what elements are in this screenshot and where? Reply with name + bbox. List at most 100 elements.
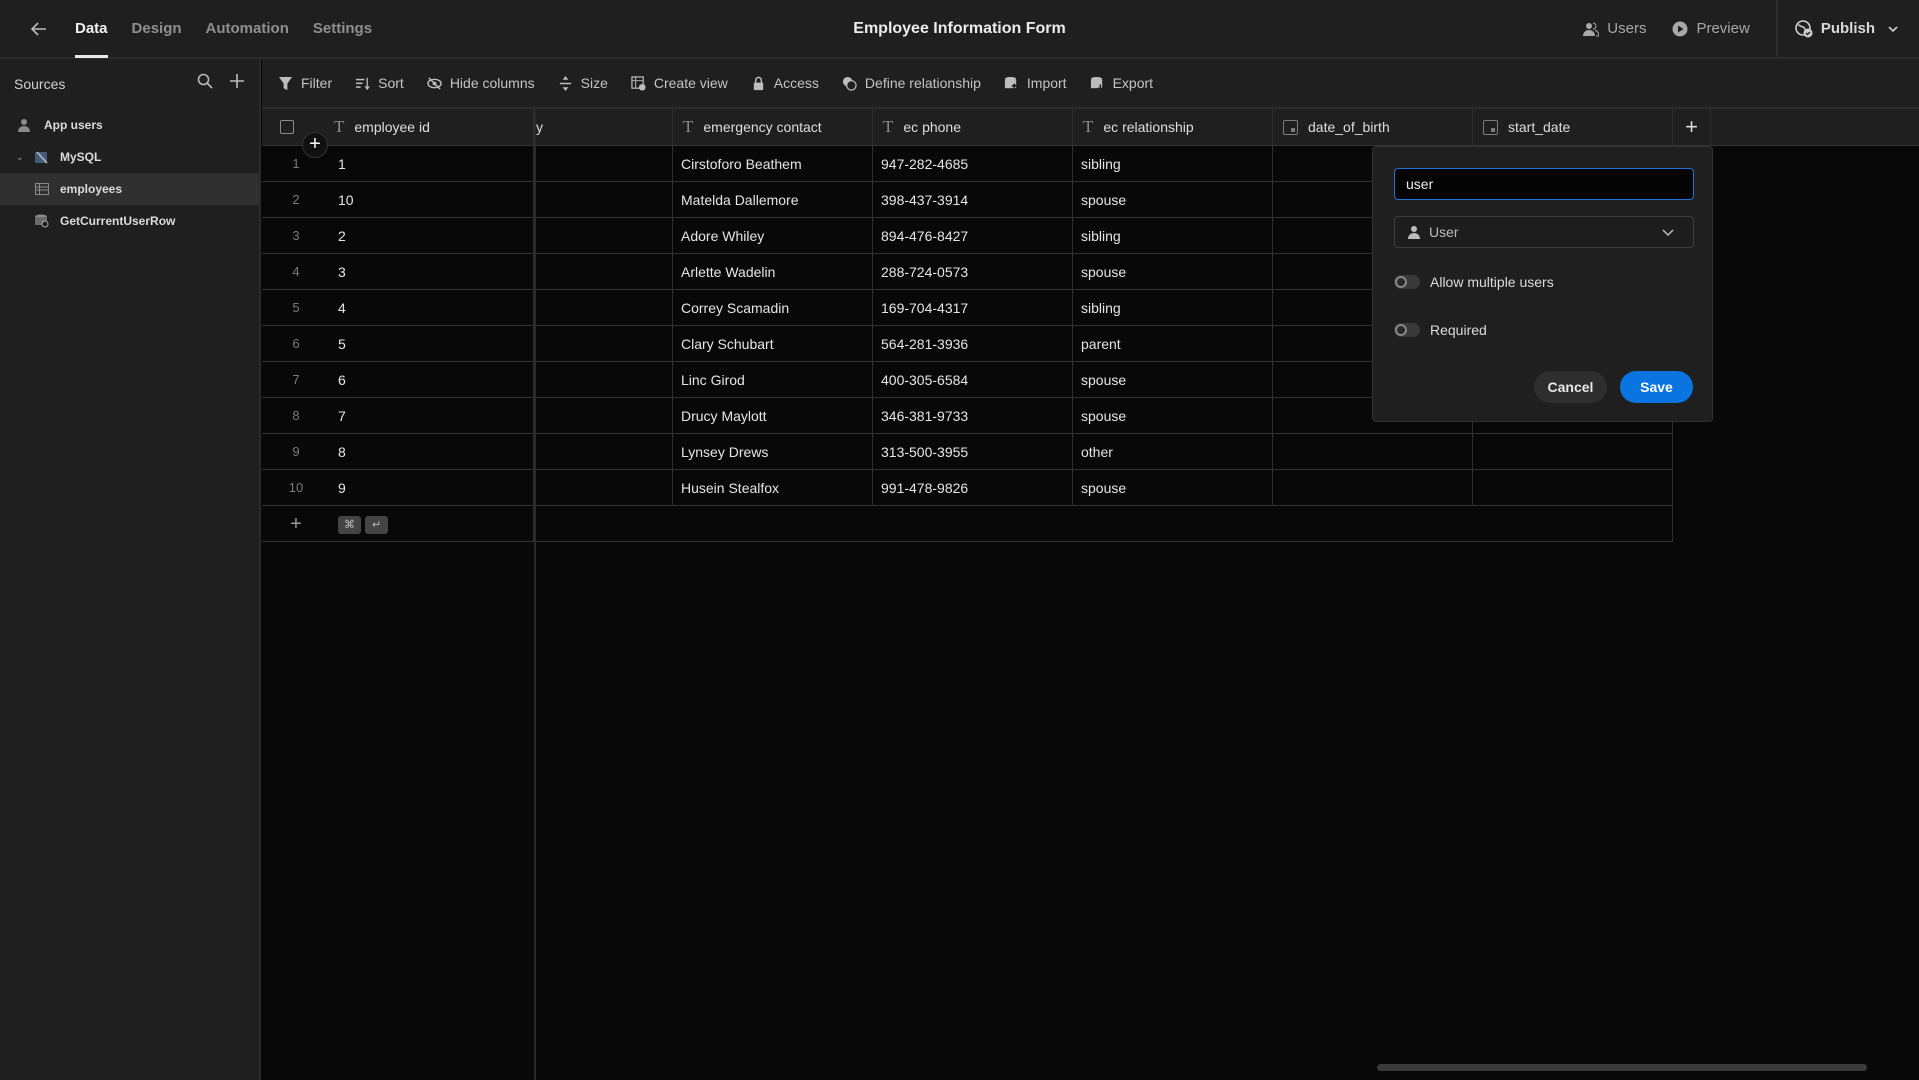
allow-multiple-users-toggle[interactable] (1394, 275, 1420, 289)
cell-ec-phone[interactable]: 894-476-8427 (873, 218, 1073, 254)
cell-partial[interactable] (534, 362, 673, 398)
cell-employee-id[interactable]: 4 (330, 290, 534, 326)
cell-employee-id[interactable]: 6 (330, 362, 534, 398)
cell-employee-id[interactable]: 2 (330, 218, 534, 254)
cell-employee-id[interactable]: 3 (330, 254, 534, 290)
create-view-button[interactable]: Create view (631, 75, 728, 91)
add-row-float-button[interactable]: + (302, 132, 328, 158)
tab-settings[interactable]: Settings (301, 0, 384, 57)
cell-ec-phone[interactable]: 288-724-0573 (873, 254, 1073, 290)
publish-button[interactable]: Publish (1775, 0, 1919, 57)
back-arrow-icon[interactable] (28, 18, 50, 40)
filter-button[interactable]: Filter (278, 75, 332, 91)
sort-button[interactable]: Sort (355, 75, 404, 91)
cell-emergency-contact[interactable]: Lynsey Drews (673, 434, 873, 470)
cell-emergency-contact[interactable]: Husein Stealfox (673, 470, 873, 506)
search-icon[interactable] (197, 73, 213, 89)
cell-partial[interactable] (534, 218, 673, 254)
size-button[interactable]: Size (558, 75, 608, 91)
cell-ec-phone[interactable]: 564-281-3936 (873, 326, 1073, 362)
cell-ec-relationship[interactable]: spouse (1073, 398, 1273, 434)
cell-ec-relationship[interactable]: spouse (1073, 470, 1273, 506)
cell-date-of-birth[interactable] (1273, 470, 1473, 506)
cell-emergency-contact[interactable]: Drucy Maylott (673, 398, 873, 434)
cell-ec-relationship[interactable]: sibling (1073, 218, 1273, 254)
row-number[interactable]: 3 (262, 218, 330, 254)
row-number[interactable]: 4 (262, 254, 330, 290)
cell-emergency-contact[interactable]: Clary Schubart (673, 326, 873, 362)
cell-emergency-contact[interactable]: Correy Scamadin (673, 290, 873, 326)
cell-employee-id[interactable]: 7 (330, 398, 534, 434)
tab-automation[interactable]: Automation (194, 0, 301, 57)
cell-ec-phone[interactable]: 947-282-4685 (873, 146, 1073, 182)
tab-design[interactable]: Design (120, 0, 194, 57)
define-relationship-button[interactable]: Define relationship (842, 75, 981, 91)
add-row-button[interactable]: + (262, 506, 330, 542)
cell-ec-relationship[interactable]: spouse (1073, 362, 1273, 398)
cell-ec-relationship[interactable]: spouse (1073, 182, 1273, 218)
preview-button[interactable]: Preview (1672, 20, 1750, 37)
header-ec-phone[interactable]: T ec phone (873, 109, 1073, 146)
row-number[interactable]: 7 (262, 362, 330, 398)
cell-emergency-contact[interactable]: Matelda Dallemore (673, 182, 873, 218)
cell-partial[interactable] (534, 470, 673, 506)
cell-ec-phone[interactable]: 346-381-9733 (873, 398, 1073, 434)
cell-emergency-contact[interactable]: Adore Whiley (673, 218, 873, 254)
cell-partial[interactable] (534, 146, 673, 182)
cell-partial[interactable] (534, 398, 673, 434)
frozen-column-divider[interactable] (534, 109, 536, 1080)
cell-partial[interactable] (534, 290, 673, 326)
cell-partial[interactable] (534, 254, 673, 290)
column-name-input[interactable]: user (1394, 168, 1694, 200)
row-number[interactable]: 8 (262, 398, 330, 434)
cell-ec-phone[interactable]: 313-500-3955 (873, 434, 1073, 470)
row-number[interactable]: 6 (262, 326, 330, 362)
cell-partial[interactable] (534, 182, 673, 218)
access-button[interactable]: Access (751, 75, 819, 91)
export-button[interactable]: Export (1090, 75, 1153, 91)
chevron-down-icon[interactable]: ⌄ (16, 152, 24, 163)
header-emergency-contact[interactable]: T emergency contact (673, 109, 873, 146)
cell-ec-relationship[interactable]: spouse (1073, 254, 1273, 290)
header-start-date[interactable]: start_date (1473, 109, 1673, 146)
tab-data[interactable]: Data (75, 0, 120, 58)
cell-emergency-contact[interactable]: Cirstoforo Beathem (673, 146, 873, 182)
save-button[interactable]: Save (1620, 371, 1693, 403)
row-number[interactable]: 2 (262, 182, 330, 218)
column-type-select[interactable]: User (1394, 216, 1694, 248)
cell-emergency-contact[interactable]: Linc Girod (673, 362, 873, 398)
cell-employee-id[interactable]: 1 (330, 146, 534, 182)
row-number[interactable]: 10 (262, 470, 330, 506)
hide-columns-button[interactable]: Hide columns (427, 75, 535, 91)
sidebar-item-employees[interactable]: employees (0, 173, 259, 205)
header-partial-column[interactable]: y (534, 109, 673, 146)
header-date-of-birth[interactable]: date_of_birth (1273, 109, 1473, 146)
required-toggle[interactable] (1394, 323, 1420, 337)
cell-employee-id[interactable]: 9 (330, 470, 534, 506)
import-button[interactable]: Import (1004, 75, 1067, 91)
cell-ec-phone[interactable]: 991-478-9826 (873, 470, 1073, 506)
cell-ec-relationship[interactable]: other (1073, 434, 1273, 470)
cell-start-date[interactable] (1473, 434, 1673, 470)
row-number[interactable]: 9 (262, 434, 330, 470)
sidebar-item-getcurrentuserrow[interactable]: GetCurrentUserRow (0, 205, 259, 237)
cell-partial[interactable] (534, 326, 673, 362)
cell-ec-relationship[interactable]: sibling (1073, 146, 1273, 182)
cell-employee-id[interactable]: 10 (330, 182, 534, 218)
row-number[interactable]: 5 (262, 290, 330, 326)
cell-partial[interactable] (534, 434, 673, 470)
select-all-checkbox[interactable] (280, 120, 294, 134)
users-button[interactable]: Users (1583, 20, 1646, 37)
horizontal-scrollbar[interactable] (1377, 1064, 1867, 1071)
sidebar-item-app-users[interactable]: App users (0, 109, 259, 141)
cell-ec-relationship[interactable]: sibling (1073, 290, 1273, 326)
cell-employee-id[interactable]: 5 (330, 326, 534, 362)
cell-ec-phone[interactable]: 400-305-6584 (873, 362, 1073, 398)
sidebar-item-mysql[interactable]: ⌄ MySQL (0, 141, 259, 173)
cell-date-of-birth[interactable] (1273, 434, 1473, 470)
cell-ec-phone[interactable]: 398-437-3914 (873, 182, 1073, 218)
cell-start-date[interactable] (1473, 470, 1673, 506)
add-source-icon[interactable] (229, 73, 245, 89)
add-column-button[interactable]: + (1673, 109, 1711, 146)
header-ec-relationship[interactable]: T ec relationship (1073, 109, 1273, 146)
